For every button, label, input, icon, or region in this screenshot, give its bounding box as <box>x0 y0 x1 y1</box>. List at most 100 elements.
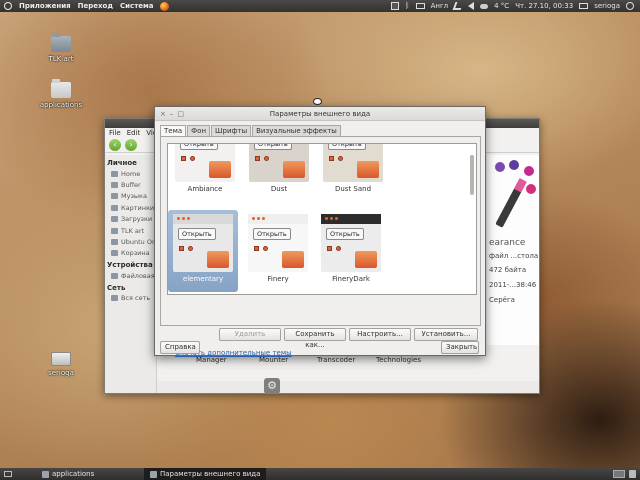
gear-icon[interactable]: ⚙ <box>264 378 280 394</box>
dialog-titlebar[interactable]: × – □ Параметры внешнего вида <box>155 107 485 121</box>
theme-item[interactable]: Открыть Finery <box>243 210 313 292</box>
taskbar-item-applications[interactable]: applications <box>36 468 100 480</box>
file-info-size: 472 байта <box>489 266 527 274</box>
theme-item[interactable]: Открыть Dust Sand <box>318 144 388 193</box>
tab-fonts[interactable]: Шрифты <box>211 125 252 136</box>
sidebar-item-music[interactable]: Музыка <box>107 191 154 202</box>
desktop-icon-applications[interactable]: applications <box>33 79 89 109</box>
theme-item[interactable]: Открыть FineryDark <box>316 210 386 292</box>
checkbox-icon <box>254 246 259 251</box>
drive-icon <box>111 272 118 279</box>
network-icon <box>111 295 118 302</box>
ubuntu-logo-icon[interactable] <box>4 2 12 10</box>
theme-item[interactable]: Открыть Dust <box>244 144 314 193</box>
user-name[interactable]: serioga <box>594 2 620 10</box>
help-button[interactable]: Справка <box>160 341 200 354</box>
theme-preview-open-button: Открыть <box>254 144 292 150</box>
file-item[interactable]: Manager <box>196 356 227 364</box>
clock[interactable]: Чт. 27.10, 00:33 <box>515 2 573 10</box>
sidebar-item-buffer[interactable]: Buffer <box>107 179 154 190</box>
theme-item[interactable]: Открыть Ambiance <box>170 144 240 193</box>
desktop-icon-label: serioga <box>48 369 74 377</box>
close-button[interactable]: Закрыть <box>441 341 479 354</box>
tab-theme[interactable]: Тема <box>160 125 187 136</box>
file-item[interactable]: Mounter <box>259 356 288 364</box>
radio-icon <box>338 156 343 161</box>
window-button-icon <box>325 217 328 220</box>
minimize-window-icon[interactable]: – <box>170 107 174 121</box>
sidebar-item-pictures[interactable]: Картинки <box>107 202 154 213</box>
sidebar-item-label: Buffer <box>121 181 141 190</box>
places-menu[interactable]: Переход <box>78 2 113 10</box>
sidebar-item-filesystem[interactable]: Файловая... <box>107 270 154 281</box>
menu-file[interactable]: File <box>109 129 121 137</box>
sidebar-item-label: Home <box>121 169 141 178</box>
theme-name: Ambiance <box>187 185 223 193</box>
sidebar-item-trash[interactable]: Корзина <box>107 248 154 259</box>
maximize-window-icon[interactable]: □ <box>177 107 184 121</box>
power-icon[interactable] <box>626 2 634 10</box>
theme-preview: Открыть <box>249 144 309 182</box>
volume-icon[interactable] <box>468 2 475 10</box>
trash-icon[interactable] <box>629 470 636 478</box>
tab-visual-effects[interactable]: Визуальные эффекты <box>252 125 341 136</box>
back-arrow-icon[interactable]: ‹ <box>109 138 121 151</box>
top-panel: Приложения Переход Система ᛒ Англ 4 °C Ч… <box>0 0 640 12</box>
tab-background[interactable]: Фон <box>187 125 211 136</box>
bluetooth-icon[interactable]: ᛒ <box>405 2 410 10</box>
applications-menu[interactable]: Приложения <box>19 2 71 10</box>
folder-icon <box>111 182 118 189</box>
sidebar-item-downloads[interactable]: Загрузки <box>107 214 154 225</box>
theme-preview-open-button: Открыть <box>180 144 218 150</box>
forward-arrow-icon[interactable]: › <box>125 138 137 151</box>
network-icon[interactable] <box>452 2 464 10</box>
taskbar-item-appearance[interactable]: Параметры внешнего вида <box>144 468 267 480</box>
delete-theme-button[interactable]: Удалить <box>219 328 281 341</box>
sidebar-item-network[interactable]: Вся сеть <box>107 293 154 304</box>
radio-icon <box>263 246 268 251</box>
show-desktop-icon[interactable] <box>4 471 12 477</box>
sidebar-item-label: Файловая... <box>121 271 154 280</box>
firefox-icon[interactable] <box>160 1 170 11</box>
save-theme-as-button[interactable]: Сохранить как... <box>284 328 346 349</box>
theme-name: Dust <box>270 185 288 193</box>
system-menu[interactable]: Система <box>120 2 153 10</box>
file-item[interactable]: Transcoder <box>317 356 355 364</box>
theme-preview-open-button: Открыть <box>328 144 366 150</box>
keyboard-layout-label[interactable]: Англ <box>431 2 449 10</box>
window-button-icon <box>335 217 338 220</box>
theme-list: Открыть Ambiance Открыть Dust Открыть Dust Sa… <box>167 143 477 295</box>
checkbox-icon <box>179 246 184 251</box>
file-item[interactable]: Technologies <box>376 356 421 364</box>
file-info-date: 2011-...38:46 <box>489 281 537 289</box>
install-theme-button[interactable]: Установить... <box>414 328 478 341</box>
desktop-icon-tlk-art[interactable]: TLK art <box>33 33 89 63</box>
sidebar-item-label: Ubuntu One <box>121 238 154 247</box>
customize-theme-button[interactable]: Настроить... <box>349 328 411 341</box>
workspace-switcher[interactable] <box>613 470 625 478</box>
sidebar-item-tlk-art[interactable]: TLK art <box>107 225 154 236</box>
theme-preview: Открыть <box>173 214 233 272</box>
mail-icon[interactable] <box>390 2 399 10</box>
sidebar-item-label: Музыка <box>121 192 147 201</box>
messages-icon[interactable] <box>579 3 589 9</box>
sidebar-item-ubuntu-one[interactable]: Ubuntu One <box>107 236 154 247</box>
desktop-icon-label: TLK art <box>48 55 74 63</box>
taskbar-item-label: applications <box>52 470 95 478</box>
scrollbar-thumb[interactable] <box>470 155 474 195</box>
keyboard-icon[interactable] <box>415 3 425 9</box>
close-window-icon[interactable]: × <box>160 107 166 121</box>
theme-item[interactable]: Открыть elementary <box>168 210 238 292</box>
sidebar-item-home[interactable]: Home <box>107 168 154 179</box>
folder-icon <box>51 79 71 98</box>
theme-name: FineryDark <box>332 275 370 283</box>
weather-temperature[interactable]: 4 °C <box>494 2 509 10</box>
desktop-icon-serioga[interactable]: serioga <box>33 352 89 377</box>
theme-name: Dust Sand <box>334 185 372 193</box>
home-icon <box>111 170 118 177</box>
menu-edit[interactable]: Edit <box>127 129 141 137</box>
theme-list-scrollbar[interactable] <box>469 145 475 293</box>
theme-preview: Открыть <box>323 144 383 182</box>
mouse-cursor-icon <box>313 98 322 105</box>
desktop-icon-label: applications <box>39 101 83 109</box>
